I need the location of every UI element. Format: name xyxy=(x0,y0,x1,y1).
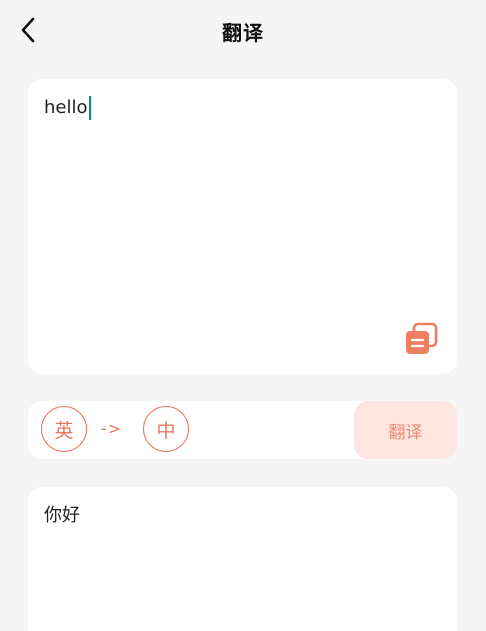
target-language-button[interactable]: 中 xyxy=(143,406,189,452)
source-text-content: hello xyxy=(44,97,88,118)
source-language-button[interactable]: 英 xyxy=(41,406,87,452)
page-title: 翻译 xyxy=(222,21,264,45)
translate-button[interactable]: 翻译 xyxy=(354,401,457,459)
copy-button[interactable] xyxy=(404,322,438,356)
text-caret xyxy=(88,96,91,120)
result-area: 你好 xyxy=(28,487,457,631)
translate-page: 翻译 hello 英 -> 中 翻译 你好 xyxy=(0,0,486,631)
header: 翻译 xyxy=(0,0,486,62)
source-text-value[interactable]: hello xyxy=(44,96,91,120)
source-text-area[interactable]: hello xyxy=(28,79,457,374)
language-bar: 英 -> 中 翻译 xyxy=(28,401,457,459)
copy-icon xyxy=(406,322,438,354)
direction-arrow: -> xyxy=(101,419,123,438)
result-text: 你好 xyxy=(44,505,80,526)
